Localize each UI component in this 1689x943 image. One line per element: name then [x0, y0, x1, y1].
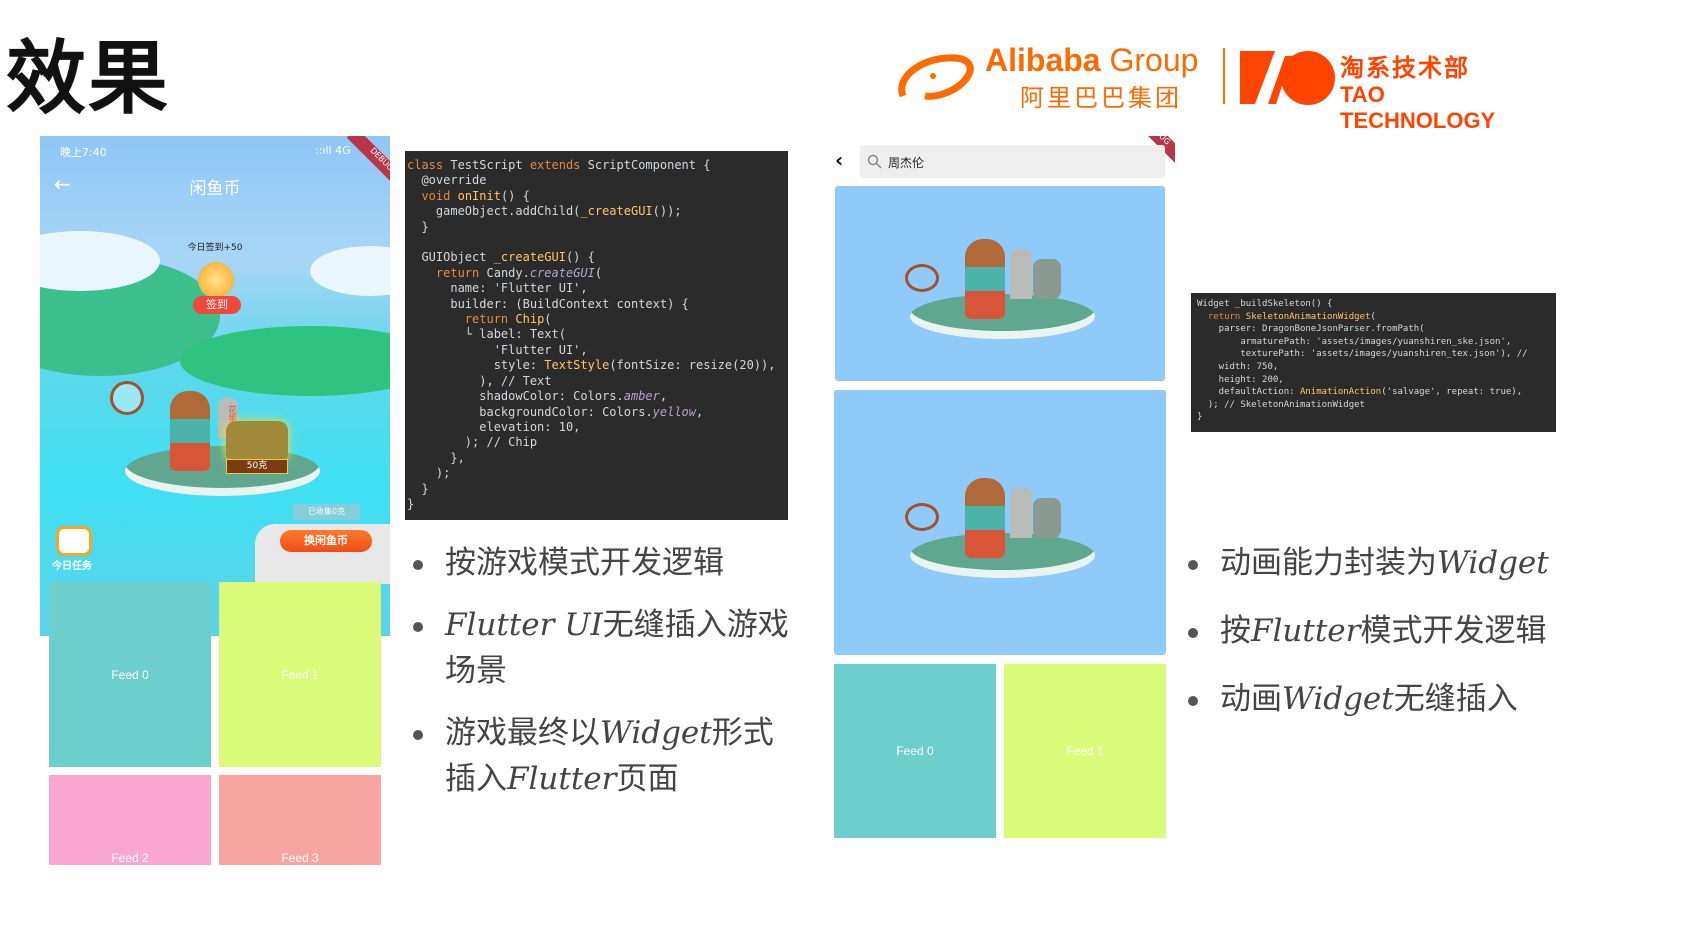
monkey-animation [905, 463, 1095, 583]
code-line: texturePath: 'assets/images/yuanshiren_t… [1197, 349, 1528, 360]
bullet-list-game: 按游戏模式开发逻辑 Flutter UI无缝插入游戏场景 游戏最终以Widget形式… [413, 540, 793, 818]
code-line: GUIObject _createGUI() { [407, 250, 595, 265]
code-line: 'Flutter UI', [407, 342, 588, 357]
page-title: 闲鱼币 [189, 179, 241, 199]
code-line: └ label: Text( [407, 327, 566, 342]
code-line: return Candy.createGUI( [435, 265, 603, 280]
code-line: width: 750, [1197, 361, 1279, 372]
flutter-phone-screenshot: DEBUG ‹ 周杰伦 Feed 0 Feed 1 [827, 136, 1175, 838]
code-line: height: 200, [1197, 374, 1284, 385]
logo-divider [1223, 48, 1225, 104]
bullet-item: Flutter UI无缝插入游戏场景 [413, 602, 793, 694]
bullet-item: 按游戏模式开发逻辑 [413, 540, 793, 586]
feed-item[interactable]: Feed 2 [49, 775, 211, 865]
code-line: name: 'Flutter UI', [407, 281, 588, 296]
code-line: backgroundColor: Colors.yellow, [407, 404, 704, 419]
code-line: style: TextStyle(fontSize: resize(20)), [407, 358, 776, 373]
bullet-list-animation: 动画能力封装为Widget 按Flutter模式开发逻辑 动画Widget无缝插入 [1188, 540, 1588, 744]
code-line: }, [407, 450, 465, 465]
code-line: shadowColor: Colors.amber, [407, 389, 668, 404]
code-line: return SkeletonAnimationWidget( [1207, 311, 1376, 322]
bullet-item: 按Flutter模式开发逻辑 [1188, 608, 1588, 654]
slide-title: 效果 [6, 32, 170, 125]
signal-indicator: ::ıll 4G [315, 144, 351, 157]
feed-item[interactable]: Feed 0 [49, 582, 211, 767]
code-line: class TestScript extends ScriptComponent… [407, 158, 711, 172]
game-scene: 晚上7:40 ::ıll 4G DEBUG ← 闲鱼币 今日签到+50 签到 花… [40, 136, 390, 636]
animation-widget [835, 186, 1165, 381]
code-line: builder: (BuildContext context) { [407, 296, 689, 311]
search-input[interactable]: 周杰伦 [860, 145, 1165, 178]
bullet-item: 游戏最终以Widget形式插入Flutter页面 [413, 710, 793, 802]
code-line: @override [407, 173, 487, 188]
basket-icon [226, 421, 288, 459]
bullet-item: 动画Widget无缝插入 [1188, 676, 1588, 722]
code-line: Widget _buildSkeleton() { [1197, 299, 1333, 309]
code-line: } [407, 496, 415, 511]
bullet-item: 动画能力封装为Widget [1188, 540, 1588, 586]
game-phone-screenshot: 晚上7:40 ::ıll 4G DEBUG ← 闲鱼币 今日签到+50 签到 花… [40, 136, 390, 865]
code-line: void onInit() { [421, 188, 530, 203]
code-block-game-script: class TestScript extends ScriptComponent… [405, 151, 788, 520]
alibaba-logo-icon [898, 54, 974, 100]
calendar-icon[interactable] [56, 526, 92, 556]
feed-item[interactable]: Feed 0 [834, 664, 996, 838]
checkin-button[interactable]: 签到 [193, 296, 241, 314]
company-logo: Alibaba Group 阿里巴巴集团 淘系技术部 TAO TECHNOLOG… [895, 42, 1525, 133]
code-line: defaultAction: AnimationAction('salvage'… [1197, 387, 1523, 398]
code-line: armaturePath: 'assets/images/yuanshiren_… [1197, 336, 1512, 347]
code-block-skeleton-widget: Widget _buildSkeleton() { return Skeleto… [1191, 293, 1556, 432]
code-line: return Chip( [464, 312, 552, 327]
net-icon [110, 381, 144, 415]
code-line: parser: DragonBoneJsonParser.fromPath( [1197, 324, 1425, 335]
code-line: ); [407, 466, 451, 481]
code-line: elevation: 10, [407, 419, 581, 434]
code-line: } [1197, 412, 1203, 423]
search-icon [867, 154, 882, 169]
tao-logo-icon [1240, 51, 1335, 105]
code-line: ); // Chip [407, 435, 538, 450]
animation-widget [834, 390, 1166, 655]
back-chevron-icon[interactable]: ‹ [835, 148, 843, 172]
code-line: gameObject.addChild(_createGUI()); [407, 204, 682, 219]
code-line: } [407, 481, 429, 496]
code-line: ), // Text [407, 373, 552, 388]
code-line: } [407, 219, 429, 234]
code-line: ); // SkeletonAnimationWidget [1197, 399, 1365, 410]
monkey-character [170, 391, 210, 471]
monkey-animation [905, 224, 1095, 344]
feed-item[interactable]: Feed 1 [219, 582, 381, 767]
coin-icon [198, 262, 234, 298]
feed-item[interactable]: Feed 1 [1004, 664, 1166, 838]
exchange-button[interactable]: 换闲鱼币 [280, 530, 372, 552]
feed-item[interactable]: Feed 3 [219, 775, 381, 865]
